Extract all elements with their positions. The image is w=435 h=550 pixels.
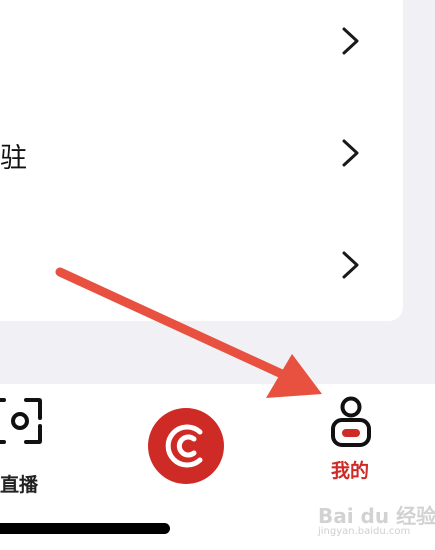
- menu-card: 驻: [0, 0, 403, 321]
- screen: 驻 直播 我的 Bai du 经验 jingyan.baidu.com: [0, 0, 435, 550]
- tab-center-record[interactable]: [148, 408, 224, 484]
- watermark: Bai du 经验 jingyan.baidu.com: [318, 500, 435, 540]
- live-scan-icon: [0, 398, 42, 444]
- tab-mine-label: 我的: [331, 460, 370, 482]
- tab-live-label: 直播: [0, 474, 39, 496]
- profile-icon: [331, 396, 371, 447]
- tab-mine[interactable]: 我的: [320, 396, 382, 486]
- chevron-right-icon: [342, 139, 359, 167]
- list-row[interactable]: 驻: [0, 98, 403, 210]
- chevron-right-icon: [342, 27, 359, 55]
- list-row[interactable]: [0, 210, 403, 322]
- center-record-icon: [165, 424, 203, 468]
- watermark-text: Bai du 经验: [318, 504, 435, 528]
- list-row[interactable]: [0, 0, 403, 98]
- home-indicator: [0, 523, 170, 534]
- list-row-label: 驻: [0, 143, 28, 174]
- watermark-subtext: jingyan.baidu.com: [318, 526, 411, 537]
- chevron-right-icon: [342, 251, 359, 279]
- tab-live[interactable]: 直播: [0, 398, 56, 496]
